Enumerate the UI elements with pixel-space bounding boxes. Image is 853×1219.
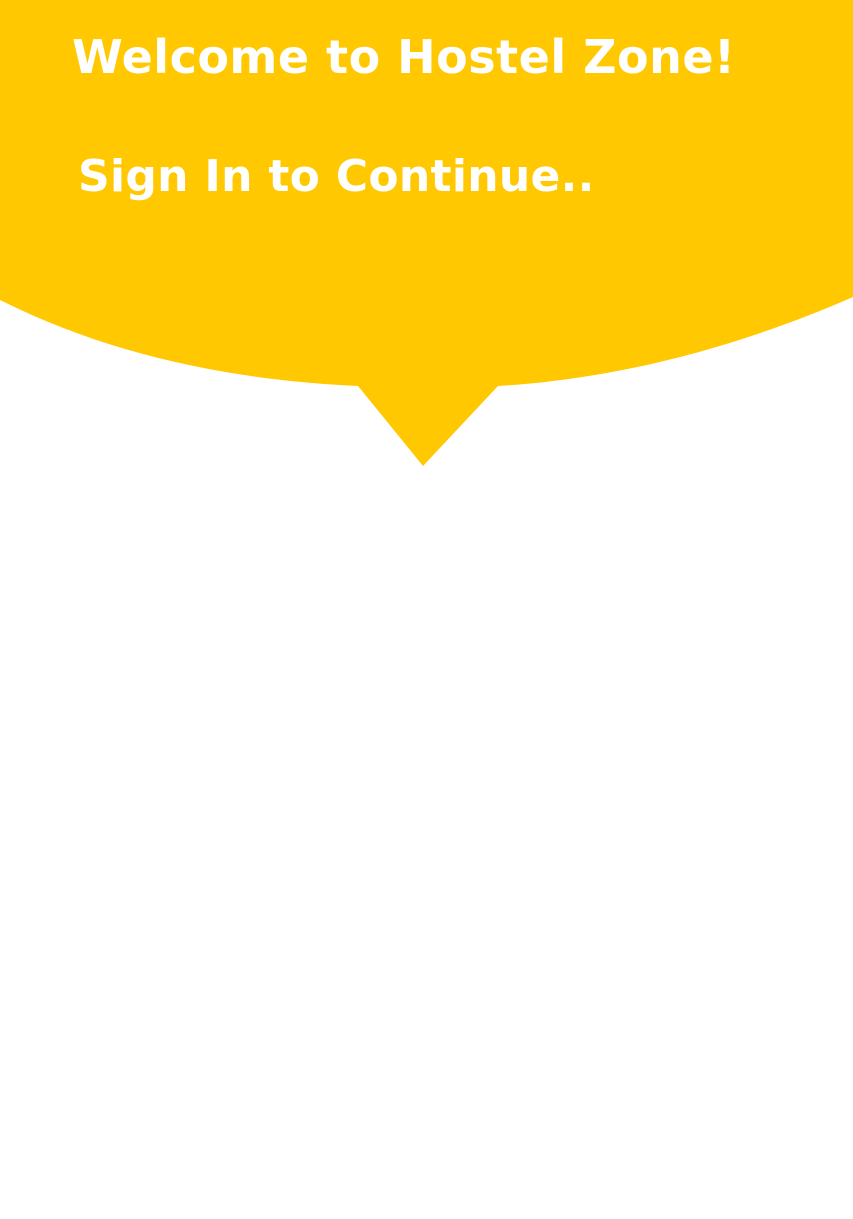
content-area [0, 470, 853, 1219]
sign-in-subtitle: Sign In to Continue.. [78, 151, 595, 202]
welcome-title: Welcome to Hostel Zone! [72, 30, 736, 84]
